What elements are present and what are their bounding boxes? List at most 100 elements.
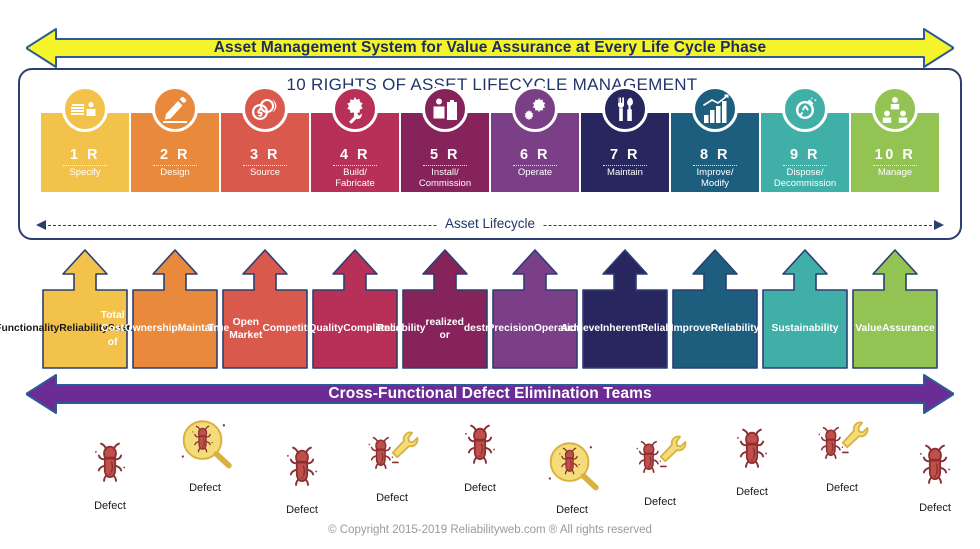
lifecycle-card-number: 5 R [429,147,461,163]
defect-label: Defect [826,482,858,494]
outcome-label: Value Assurance [855,323,935,335]
lifecycle-phase-cards: 1 R Specify 2 R Design 3 R Source 4 R Bu… [41,86,940,192]
lifecycle-card-caption: Source [249,167,281,178]
defect-item-5: Defect [434,414,526,494]
lifecycle-card-number: 6 R [519,147,551,163]
card-divider [693,165,737,166]
lifecycle-card-10[interactable]: 10 R Manage [851,86,939,192]
lifecycle-card-7[interactable]: 7 R Maintain [581,86,669,192]
outcome-label: Achieve Inherent Reliability [560,323,690,335]
card-divider [153,165,197,166]
pencil-icon [152,86,198,132]
card-divider [603,165,647,166]
bug-wrench-icon [346,424,438,491]
lifecycle-card-number: 8 R [699,147,731,163]
card-divider [243,165,287,166]
bug-icon [889,434,980,501]
defect-item-10: Defect [889,434,980,514]
diagram-canvas: Asset Management System for Value Assura… [0,0,980,549]
lifecycle-card-1[interactable]: 1 R Specify [41,86,129,192]
outcome-block-8[interactable]: Improve Reliability [671,248,759,370]
lifecycle-card-2[interactable]: 2 R Design [131,86,219,192]
card-divider [873,165,917,166]
outcome-label: Reliability realized or destroyed [376,316,514,342]
outcome-block-9[interactable]: Sustainability [761,248,849,370]
defect-label: Defect [464,482,496,494]
lifecycle-card-caption: Maintain [607,167,643,178]
defect-item-3: Defect [256,436,348,516]
outcome-label: True Open Market Competition [207,316,323,342]
defect-label: Defect [376,492,408,504]
bug-magnifier-icon [159,414,251,481]
wrench-screwdriver-icon [602,86,648,132]
lifecycle-card-caption: Dispose/Decommission [773,167,837,189]
lifecycle-card-9[interactable]: 9 R Dispose/Decommission [761,86,849,192]
defect-item-7: Defect [614,428,706,508]
defect-icons-row: Defect Defect Defect Defect Defect Defec… [34,414,951,516]
outcome-block-7[interactable]: Achieve Inherent Reliability [560,248,690,370]
lifecycle-card-caption: Operate [517,167,553,178]
person-clipboard-icon [422,86,468,132]
outcome-block-3[interactable]: True Open Market Competition [207,248,323,370]
gears-wrench-icon [512,86,558,132]
card-divider [333,165,377,166]
bug-icon [64,432,156,499]
lifecycle-card-5[interactable]: 5 R Install/Commission [401,86,489,192]
defect-label: Defect [736,486,768,498]
bug-wrench-icon [614,428,706,495]
asset-lifecycle-label-wrap: Asset Lifecycle [34,216,946,231]
defect-label: Defect [286,504,318,516]
bug-magnifier-icon [526,436,618,503]
defect-label: Defect [94,500,126,512]
outcome-block-4[interactable]: Quality Compliance [308,248,402,370]
coins-money-icon [242,86,288,132]
people-group-icon [872,86,918,132]
defect-label: Defect [919,502,951,514]
gear-wrench-icon [332,86,378,132]
defect-label: Defect [189,482,221,494]
lifecycle-card-6[interactable]: 6 R Operate [491,86,579,192]
card-divider [513,165,557,166]
defect-banner: Cross-Functional Defect Elimination Team… [26,372,954,416]
lifecycle-card-number: 10 R [874,147,916,163]
defect-label: Defect [644,496,676,508]
outcome-block-2[interactable]: Total Cost of Ownership Maintainability [101,248,249,370]
asset-lifecycle-arrow: Asset Lifecycle [34,216,946,236]
outcome-block-6[interactable]: Precision Operation [488,248,583,370]
lifecycle-card-caption: Manage [877,167,913,178]
defect-item-6: Defect [526,436,618,516]
defect-banner-label: Cross-Functional Defect Elimination Team… [328,385,652,402]
lifecycle-card-caption: Install/Commission [418,167,472,189]
outcome-block-5[interactable]: Reliability realized or destroyed [376,248,514,370]
asset-lifecycle-label: Asset Lifecycle [436,216,544,231]
lifecycle-card-caption: Build/Fabricate [335,167,375,189]
recycle-bomb-icon [782,86,828,132]
card-divider [63,165,107,166]
outcome-block-10[interactable]: Value Assurance [851,248,939,370]
lifecycle-card-caption: Specify [69,167,101,178]
card-divider [783,165,827,166]
lifecycle-card-number: 2 R [159,147,191,163]
lifecycle-card-number: 7 R [609,147,641,163]
lifecycle-card-3[interactable]: 3 R Source [221,86,309,192]
defect-item-4: Defect [346,424,438,504]
bug-wrench-icon [796,414,888,481]
bug-icon [706,418,798,485]
lifecycle-card-8[interactable]: 8 R Improve/Modify [671,86,759,192]
lifecycle-card-caption: Design [160,167,190,178]
card-divider [423,165,467,166]
outcome-label: Sustainability [771,323,839,335]
lifecycle-card-4[interactable]: 4 R Build/Fabricate [311,86,399,192]
documents-person-icon [62,86,108,132]
lifecycle-card-number: 9 R [789,147,821,163]
top-banner-label: Asset Management System for Value Assura… [213,39,767,56]
defect-item-9: Defect [796,414,888,494]
defect-item-8: Defect [706,418,798,498]
lifecycle-card-number: 1 R [69,147,101,163]
copyright-footer: © Copyright 2015-2019 Reliabilityweb.com… [328,524,652,536]
lifecycle-card-caption: Improve/Modify [696,167,734,189]
defect-item-1: Defect [64,432,156,512]
bar-chart-growth-icon [692,86,738,132]
defect-item-2: Defect [159,414,251,494]
bug-icon [256,436,348,503]
